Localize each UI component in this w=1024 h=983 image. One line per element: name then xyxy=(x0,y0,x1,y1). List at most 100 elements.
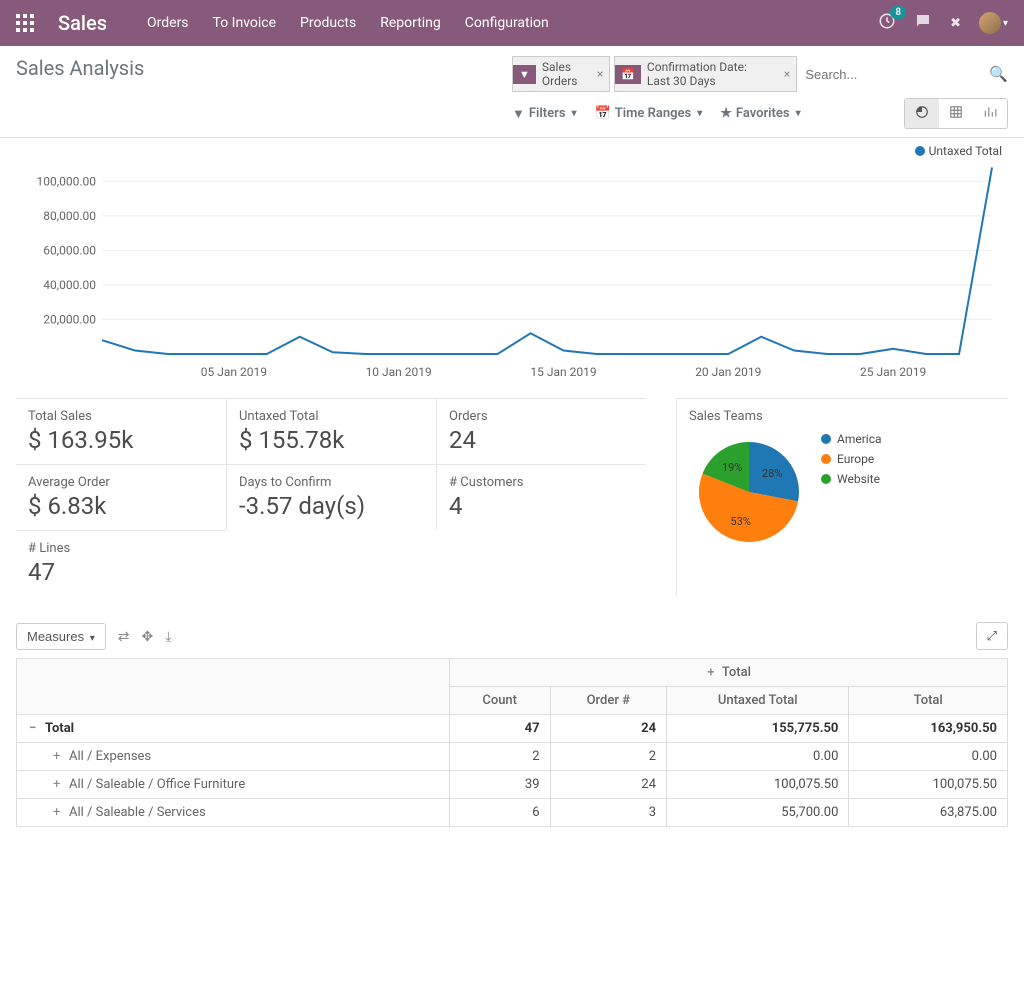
svg-text:25 Jan 2019: 25 Jan 2019 xyxy=(860,365,926,379)
kpi-untaxed-total[interactable]: Untaxed Total$ 155.78k xyxy=(226,398,436,464)
pivot-cell: 100,075.50 xyxy=(849,771,1008,799)
pivot-top-header[interactable]: +Total xyxy=(449,659,1007,687)
pivot-row-header[interactable]: −Total xyxy=(17,715,450,743)
svg-text:60,000.00: 60,000.00 xyxy=(43,243,96,257)
search-icon[interactable]: 🔍 xyxy=(989,65,1008,83)
kpi-orders[interactable]: Orders24 xyxy=(436,398,646,464)
chat-icon[interactable] xyxy=(914,12,932,34)
search-input[interactable] xyxy=(801,63,985,86)
nav-to-invoice[interactable]: To Invoice xyxy=(213,15,277,31)
facet-sales-orders[interactable]: ▼ Sales Orders × xyxy=(512,56,610,92)
svg-text:05 Jan 2019: 05 Jan 2019 xyxy=(201,365,267,379)
view-switch xyxy=(904,98,1008,129)
graph-view-button[interactable] xyxy=(973,99,1007,128)
pivot-cell: 63,875.00 xyxy=(849,799,1008,827)
pie-chart: 28% 53% 19% xyxy=(689,432,809,552)
svg-text:20 Jan 2019: 20 Jan 2019 xyxy=(695,365,761,379)
kpi-days-confirm[interactable]: Days to Confirm-3.57 day(s) xyxy=(226,464,436,530)
pie-legend-item[interactable]: Europe xyxy=(821,452,882,466)
svg-text:19%: 19% xyxy=(722,461,742,474)
close-icon[interactable]: × xyxy=(778,64,796,84)
sales-teams-panel: Sales Teams 28% 53% 19% America Europe Websi… xyxy=(676,398,1008,596)
sales-teams-title: Sales Teams xyxy=(689,409,996,424)
close-icon[interactable]: × xyxy=(591,64,609,84)
svg-text:10 Jan 2019: 10 Jan 2019 xyxy=(366,365,432,379)
clock-icon[interactable]: 8 xyxy=(878,12,896,34)
favorites-button[interactable]: ★ Favorites ▾ xyxy=(720,106,800,121)
fullscreen-icon[interactable]: ⤢ xyxy=(976,622,1008,650)
flip-axis-icon[interactable]: ⇄ xyxy=(118,628,130,645)
kpi-lines[interactable]: # Lines47 xyxy=(16,530,226,596)
pivot-table: +Total CountOrder #Untaxed TotalTotal −T… xyxy=(16,658,1008,827)
expand-all-icon[interactable]: ✥ xyxy=(141,628,153,645)
notif-badge: 8 xyxy=(890,6,906,19)
pivot-cell: 163,950.50 xyxy=(849,715,1008,743)
wrench-icon[interactable]: ✖ xyxy=(950,16,961,31)
facet-confirmation-date[interactable]: 📅 Confirmation Date: Last 30 Days × xyxy=(614,56,797,92)
pivot-cell: 0.00 xyxy=(667,743,849,771)
download-icon[interactable]: ⤓ xyxy=(165,628,171,645)
nav-orders[interactable]: Orders xyxy=(147,15,189,31)
svg-text:15 Jan 2019: 15 Jan 2019 xyxy=(530,365,596,379)
measures-button[interactable]: Measures ▾ xyxy=(16,623,106,650)
svg-text:80,000.00: 80,000.00 xyxy=(43,209,96,223)
pivot-cell: 39 xyxy=(449,771,550,799)
nav-products[interactable]: Products xyxy=(300,15,356,31)
pivot-cell: 47 xyxy=(449,715,550,743)
avatar xyxy=(979,12,1001,34)
topbar-right: 8 ✖ ▾ xyxy=(878,12,1008,34)
pivot-controls: Measures ▾ ⇄ ✥ ⤓ ⤢ xyxy=(0,612,1024,658)
kpi-average-order[interactable]: Average Order$ 6.83k xyxy=(16,464,226,530)
kpi-total-sales[interactable]: Total Sales$ 163.95k xyxy=(16,398,226,464)
pie-legend-item[interactable]: Website xyxy=(821,472,882,486)
topbar: Sales Orders To Invoice Products Reporti… xyxy=(0,0,1024,46)
filters-button[interactable]: ▼ Filters ▾ xyxy=(512,106,577,122)
nav-configuration[interactable]: Configuration xyxy=(465,15,549,31)
search-row: ▼ Sales Orders × 📅 Confirmation Date: La… xyxy=(512,56,1008,92)
pivot-cell: 55,700.00 xyxy=(667,799,849,827)
time-ranges-button[interactable]: 📅 Time Ranges ▾ xyxy=(595,106,703,121)
pivot-cell: 2 xyxy=(449,743,550,771)
pivot-cell: 24 xyxy=(550,715,667,743)
chart-svg: 20,000.00 40,000.00 60,000.00 80,000.00 100,… xyxy=(16,144,1008,384)
apps-icon[interactable] xyxy=(16,14,34,32)
kpi-customers[interactable]: # Customers4 xyxy=(436,464,646,530)
line-chart: Untaxed Total 20,000.00 40,000.00 60,000.0… xyxy=(16,144,1008,394)
chart-legend: Untaxed Total xyxy=(915,144,1002,158)
svg-text:28%: 28% xyxy=(762,467,782,480)
dashboard: Untaxed Total 20,000.00 40,000.00 60,000.0… xyxy=(0,138,1024,612)
pivot-row-header[interactable]: +All / Saleable / Services xyxy=(17,799,450,827)
control-panel: Sales Analysis ▼ Sales Orders × 📅 Confir… xyxy=(0,46,1024,138)
legend-dot xyxy=(915,146,925,156)
nav-links: Orders To Invoice Products Reporting Con… xyxy=(147,15,878,31)
pivot-col-header[interactable]: Total xyxy=(849,687,1008,715)
pivot-cell: 100,075.50 xyxy=(667,771,849,799)
pivot-row-header[interactable]: +All / Expenses xyxy=(17,743,450,771)
pivot-col-header[interactable]: Order # xyxy=(550,687,667,715)
pie-legend-item[interactable]: America xyxy=(821,432,882,446)
svg-text:40,000.00: 40,000.00 xyxy=(43,278,96,292)
calendar-icon: 📅 xyxy=(615,65,641,84)
pivot-cell: 2 xyxy=(550,743,667,771)
pivot-cell: 3 xyxy=(550,799,667,827)
pivot-row-header[interactable]: +All / Saleable / Office Furniture xyxy=(17,771,450,799)
kpi-row: Total Sales$ 163.95k Untaxed Total$ 155.… xyxy=(16,398,1008,596)
svg-text:100,000.00: 100,000.00 xyxy=(37,174,97,188)
pivot-cell: 155,775.50 xyxy=(667,715,849,743)
dashboard-view-button[interactable] xyxy=(905,99,939,128)
legend-label: Untaxed Total xyxy=(929,144,1002,158)
pivot-cell: 0.00 xyxy=(849,743,1008,771)
svg-text:53%: 53% xyxy=(730,515,750,528)
brand[interactable]: Sales xyxy=(58,11,107,35)
pivot-view-button[interactable] xyxy=(939,99,973,128)
pivot-cell: 24 xyxy=(550,771,667,799)
pivot-col-header[interactable]: Count xyxy=(449,687,550,715)
nav-reporting[interactable]: Reporting xyxy=(380,15,441,31)
pivot-col-header[interactable]: Untaxed Total xyxy=(667,687,849,715)
filter-icon: ▼ xyxy=(513,65,536,84)
filter-row: ▼ Filters ▾ 📅 Time Ranges ▾ ★ Favorites … xyxy=(512,98,1008,129)
pivot-cell: 6 xyxy=(449,799,550,827)
svg-text:20,000.00: 20,000.00 xyxy=(43,312,96,326)
user-menu[interactable]: ▾ xyxy=(979,12,1008,34)
page-title: Sales Analysis xyxy=(16,56,512,80)
